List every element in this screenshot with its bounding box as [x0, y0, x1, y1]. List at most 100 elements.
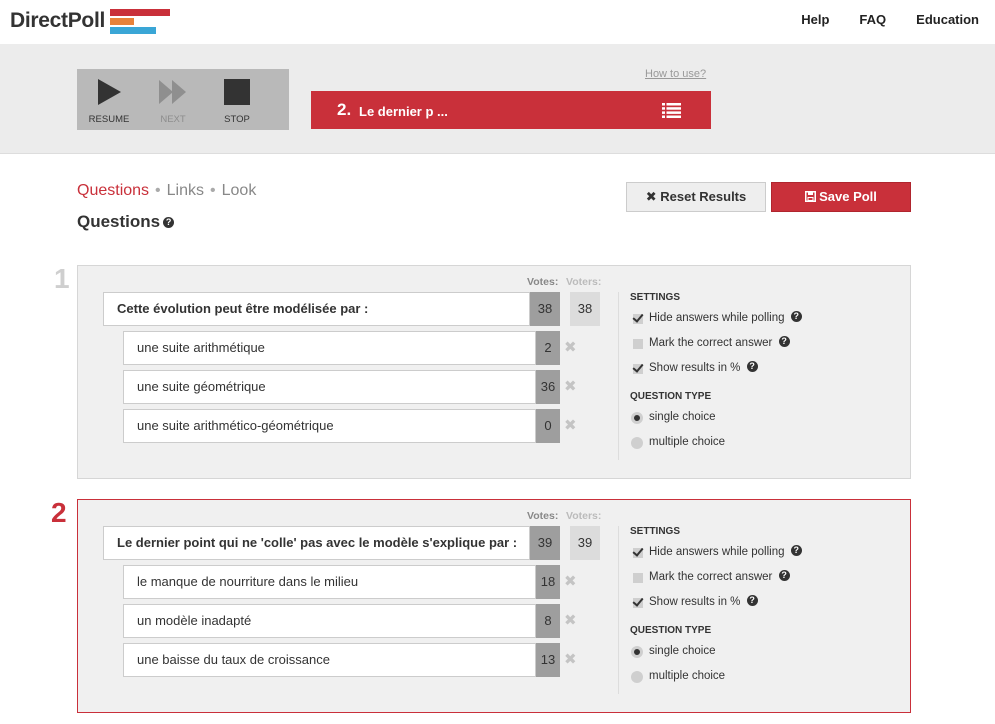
show-percent-label: Show results in % [649, 596, 741, 608]
question-block[interactable]: Votes: Voters: Le dernier point qui ne '… [77, 499, 911, 713]
hide-answers-checkbox[interactable]: Hide answers while polling ? [630, 306, 900, 331]
question-voters-count: 39 [570, 526, 600, 560]
how-to-use-link[interactable]: How to use? [645, 68, 706, 80]
next-button[interactable]: NEXT [141, 69, 205, 130]
nav-education-link[interactable]: Education [916, 12, 979, 27]
voters-header: Voters: [566, 276, 602, 288]
answer-votes-count: 8 [536, 604, 560, 638]
poll-controls: RESUME NEXT STOP [77, 69, 289, 130]
help-icon[interactable]: ? [163, 217, 175, 228]
settings-heading: SETTINGS [630, 526, 681, 537]
tab-look[interactable]: Look [222, 182, 257, 199]
question-number: 2 [51, 497, 67, 528]
editor-tabs: Questions • Links • Look [77, 182, 256, 200]
list-icon[interactable] [662, 103, 681, 118]
stop-icon [224, 79, 250, 105]
delete-answer-icon[interactable]: ✖ [564, 643, 577, 677]
question-votes-count: 38 [530, 292, 560, 326]
question-type-heading: QUESTION TYPE [630, 391, 712, 402]
mark-correct-checkbox[interactable]: Mark the correct answer ? [630, 565, 900, 590]
logo-text[interactable]: DirectPoll [10, 9, 105, 33]
stop-label: STOP [224, 114, 250, 125]
mark-correct-checkbox[interactable]: Mark the correct answer ? [630, 331, 900, 356]
logo-bars-icon [110, 9, 170, 34]
single-choice-radio[interactable]: single choice [630, 639, 900, 664]
help-icon[interactable]: ? [790, 311, 802, 322]
question-type-heading: QUESTION TYPE [630, 625, 712, 636]
answer-votes-count: 18 [536, 565, 560, 599]
hide-answers-checkbox[interactable]: Hide answers while polling ? [630, 540, 900, 565]
help-icon[interactable]: ? [778, 336, 790, 347]
checkbox-unchecked-icon [633, 339, 643, 349]
answer-field[interactable]: une suite arithmétique [123, 331, 536, 365]
votes-header: Votes: [527, 276, 559, 288]
top-navigation: DirectPoll Help FAQ Education [0, 0, 995, 44]
answer-field[interactable]: une suite géométrique [123, 370, 536, 404]
settings-heading: SETTINGS [630, 292, 681, 303]
current-question-number: 2. [337, 100, 352, 119]
question-block[interactable]: Votes: Voters: Cette évolution peut être… [77, 265, 911, 479]
tab-links[interactable]: Links [167, 182, 204, 199]
fast-forward-icon [159, 80, 186, 104]
radio-unselected-icon [631, 437, 643, 449]
checkbox-checked-icon [633, 548, 643, 558]
help-icon[interactable]: ? [790, 545, 802, 556]
show-percent-checkbox[interactable]: Show results in % ? [630, 590, 900, 615]
question-settings: SETTINGS Hide answers while polling ? Ma… [630, 292, 900, 455]
hide-answers-label: Hide answers while polling [649, 546, 785, 558]
poll-control-band: RESUME NEXT STOP How to use? 2. Le derni… [0, 44, 995, 154]
nav-links: Help FAQ Education [771, 12, 979, 27]
single-choice-radio[interactable]: single choice [630, 405, 900, 430]
next-label: NEXT [160, 114, 186, 125]
current-question-bar[interactable]: 2. Le dernier p ... [311, 91, 711, 129]
help-icon[interactable]: ? [746, 595, 758, 606]
reset-results-button[interactable]: ✖ Reset Results [626, 182, 766, 212]
question-text-field[interactable]: Le dernier point qui ne 'colle' pas avec… [103, 526, 530, 560]
help-icon[interactable]: ? [746, 361, 758, 372]
help-icon[interactable]: ? [778, 570, 790, 581]
multiple-choice-label: multiple choice [649, 436, 726, 448]
question-votes-count: 39 [530, 526, 560, 560]
checkbox-checked-icon [633, 364, 643, 374]
question-text-field[interactable]: Cette évolution peut être modélisée par … [103, 292, 530, 326]
settings-divider [618, 526, 619, 694]
answer-field[interactable]: une baisse du taux de croissance [123, 643, 536, 677]
single-choice-label: single choice [649, 411, 716, 423]
save-poll-button[interactable]: Save Poll [771, 182, 911, 212]
voters-header: Voters: [566, 510, 602, 522]
radio-selected-icon [631, 646, 643, 658]
mark-correct-label: Mark the correct answer [649, 337, 773, 349]
resume-button[interactable]: RESUME [77, 69, 141, 130]
tab-separator: • [155, 182, 161, 199]
delete-answer-icon[interactable]: ✖ [564, 331, 577, 365]
nav-faq-link[interactable]: FAQ [859, 12, 886, 27]
answer-votes-count: 0 [536, 409, 560, 443]
answer-field[interactable]: une suite arithmético-géométrique [123, 409, 536, 443]
question-settings: SETTINGS Hide answers while polling ? Ma… [630, 526, 900, 689]
save-poll-label: Save Poll [819, 189, 877, 204]
show-percent-checkbox[interactable]: Show results in % ? [630, 356, 900, 381]
answer-votes-count: 36 [536, 370, 560, 404]
delete-answer-icon[interactable]: ✖ [564, 409, 577, 443]
multiple-choice-radio[interactable]: multiple choice [630, 430, 900, 455]
nav-help-link[interactable]: Help [801, 12, 829, 27]
multiple-choice-radio[interactable]: multiple choice [630, 664, 900, 689]
answer-field[interactable]: un modèle inadapté [123, 604, 536, 638]
tab-questions[interactable]: Questions [77, 182, 149, 199]
single-choice-label: single choice [649, 645, 716, 657]
checkbox-checked-icon [633, 598, 643, 608]
votes-header: Votes: [527, 510, 559, 522]
stop-button[interactable]: STOP [205, 69, 269, 130]
radio-selected-icon [631, 412, 643, 424]
answer-field[interactable]: le manque de nourriture dans le milieu [123, 565, 536, 599]
delete-answer-icon[interactable]: ✖ [564, 370, 577, 404]
radio-unselected-icon [631, 671, 643, 683]
checkbox-checked-icon [633, 314, 643, 324]
floppy-disk-icon [805, 191, 817, 202]
page-title-text: Questions [77, 212, 161, 231]
settings-divider [618, 292, 619, 460]
page-title: Questions? [77, 212, 175, 232]
question-voters-count: 38 [570, 292, 600, 326]
delete-answer-icon[interactable]: ✖ [564, 604, 577, 638]
delete-answer-icon[interactable]: ✖ [564, 565, 577, 599]
